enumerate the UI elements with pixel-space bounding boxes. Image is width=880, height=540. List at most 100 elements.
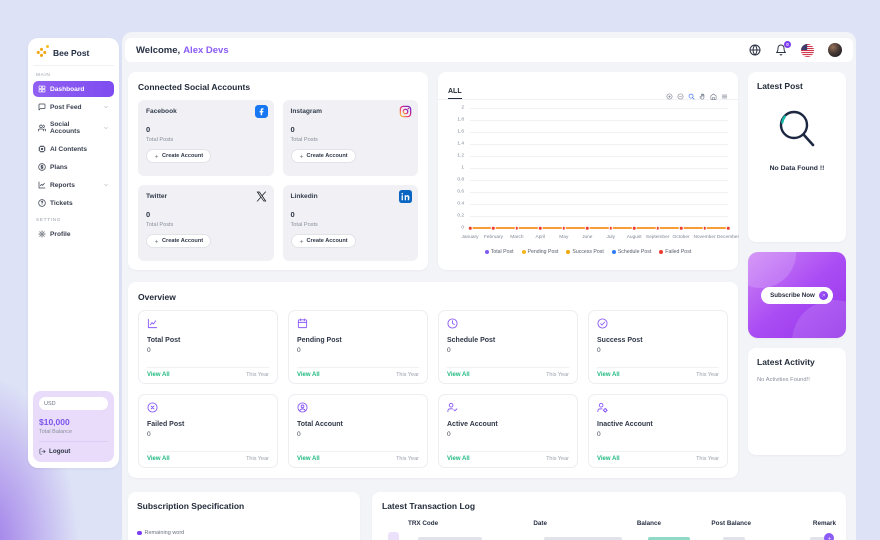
latest-post-title: Latest Post: [757, 81, 837, 91]
social-tile-facebook: Facebook0Total PostsCreate Account: [138, 100, 274, 176]
welcome-text: Welcome,Alex Devs: [136, 45, 229, 56]
globe-icon[interactable]: [749, 44, 761, 56]
y-tick-label: 1.8: [457, 118, 464, 123]
x-tick-label: January: [461, 235, 478, 240]
chart-series-line: [468, 227, 730, 229]
legend-item-schedule-post[interactable]: Schedule Post: [612, 249, 651, 255]
gridline: [470, 192, 728, 193]
currency-select[interactable]: USD: [39, 397, 108, 410]
subscription-spec-title: Subscription Specification: [137, 501, 351, 511]
posts-chart-card: ALL 21.81.61.41.210.80.60.40.20 JanuaryF…: [438, 72, 738, 270]
y-tick-label: 1.6: [457, 130, 464, 135]
create-account-button[interactable]: Create Account: [146, 234, 211, 248]
chevron-down-icon: [103, 182, 109, 188]
selection-zoom-icon[interactable]: [688, 93, 695, 100]
total-posts-label: Total Posts: [291, 222, 411, 228]
check-circle-icon: [597, 318, 608, 329]
latest-post-card: Latest Post No Data Found !!: [748, 72, 846, 242]
zoom-in-icon[interactable]: [666, 93, 673, 100]
logo-accent-dot: [46, 45, 49, 48]
logout-label: Logout: [49, 448, 70, 455]
tab-all[interactable]: ALL: [448, 88, 462, 99]
us-flag-icon[interactable]: [801, 44, 814, 57]
currency-value: USD: [44, 401, 56, 407]
sidebar-item-dashboard[interactable]: Dashboard: [33, 81, 114, 97]
y-tick-label: 2: [461, 106, 464, 111]
sidebar: Bee Post MAIN DashboardPost FeedSocial A…: [28, 38, 119, 468]
total-posts-label: Total Posts: [146, 137, 266, 143]
sidebar-item-post-feed[interactable]: Post Feed: [33, 99, 114, 115]
legend-item-success-post[interactable]: Success Post: [566, 249, 603, 255]
user-avatar[interactable]: [828, 43, 842, 57]
total-balance-value: $10,000: [39, 417, 108, 427]
view-all-link[interactable]: View All: [447, 456, 470, 462]
create-account-button[interactable]: Create Account: [291, 234, 356, 248]
x-tick-label: March: [510, 235, 523, 240]
total-posts-value: 0: [291, 210, 411, 219]
create-account-button[interactable]: Create Account: [146, 149, 211, 163]
sidebar-item-reports[interactable]: Reports: [33, 177, 114, 193]
view-all-link[interactable]: View All: [597, 456, 620, 462]
view-all-link[interactable]: View All: [297, 456, 320, 462]
chart-toolbar: [666, 93, 728, 100]
period-label: This Year: [246, 456, 269, 462]
y-tick-label: 0: [461, 226, 464, 231]
logout-button[interactable]: Logout: [39, 448, 108, 455]
view-all-link[interactable]: View All: [147, 456, 170, 462]
legend-dot: [566, 250, 570, 254]
view-all-link[interactable]: View All: [297, 372, 320, 378]
tickets-icon: [38, 199, 46, 207]
subscribe-now-button[interactable]: Subscribe Now: [761, 287, 833, 304]
legend-dot: [137, 531, 142, 536]
calendar-icon: [297, 318, 308, 329]
view-all-link[interactable]: View All: [447, 372, 470, 378]
transaction-log-title: Latest Transaction Log: [382, 501, 836, 511]
sidebar-item-plans[interactable]: Plans: [33, 159, 114, 175]
pan-icon[interactable]: [699, 93, 706, 100]
app-name: Bee Post: [53, 48, 89, 58]
create-account-button[interactable]: Create Account: [291, 149, 356, 163]
overview-card: Overview Total Post0View AllThis YearPen…: [128, 282, 738, 478]
social-accounts-icon: [38, 124, 46, 132]
sidebar-section-setting: SETTING: [36, 218, 111, 223]
overview-value: 0: [147, 347, 269, 354]
post-feed-icon: [38, 103, 46, 111]
column-header-remark: Remark: [813, 520, 836, 527]
legend-dot: [612, 250, 616, 254]
x-tick-label: December: [717, 235, 739, 240]
bell-icon[interactable]: 0: [775, 44, 787, 56]
sidebar-item-tickets[interactable]: Tickets: [33, 195, 114, 211]
legend-dot: [485, 250, 489, 254]
facebook-icon: [255, 105, 268, 118]
view-all-link[interactable]: View All: [147, 372, 170, 378]
sidebar-item-ai-contents[interactable]: AI Contents: [33, 141, 114, 157]
y-tick-label: 0.8: [457, 178, 464, 183]
social-tile-grid: Facebook0Total PostsCreate AccountInstag…: [138, 100, 418, 261]
x-tick-label: February: [484, 235, 503, 240]
sidebar-item-social-accounts[interactable]: Social Accounts: [33, 117, 114, 139]
instagram-icon: [399, 105, 412, 118]
zoom-out-icon[interactable]: [677, 93, 684, 100]
subscribe-label: Subscribe Now: [770, 292, 815, 299]
period-label: This Year: [546, 456, 569, 462]
transaction-action-button[interactable]: [824, 533, 834, 540]
overview-value: 0: [147, 431, 269, 438]
gridline: [470, 108, 728, 109]
social-tile-twitter: Twitter0Total PostsCreate Account: [138, 185, 274, 261]
transaction-row: [382, 531, 836, 540]
legend-item-total-post[interactable]: Total Post: [485, 249, 514, 255]
sidebar-item-profile[interactable]: Profile: [33, 226, 114, 242]
view-all-link[interactable]: View All: [597, 372, 620, 378]
user-check-icon: [447, 402, 458, 413]
overview-card-pending-post: Pending Post0View AllThis Year: [288, 310, 428, 384]
period-label: This Year: [246, 372, 269, 378]
reports-icon: [38, 181, 46, 189]
transaction-icon: [388, 532, 399, 540]
column-header-trx-code: TRX Code: [408, 520, 533, 527]
menu-icon[interactable]: [721, 93, 728, 100]
legend-item-pending-post[interactable]: Pending Post: [522, 249, 559, 255]
overview-value: 0: [447, 431, 569, 438]
notification-badge: 0: [784, 41, 791, 48]
home-icon[interactable]: [710, 93, 717, 100]
legend-item-failed-post[interactable]: Failed Post: [659, 249, 691, 255]
